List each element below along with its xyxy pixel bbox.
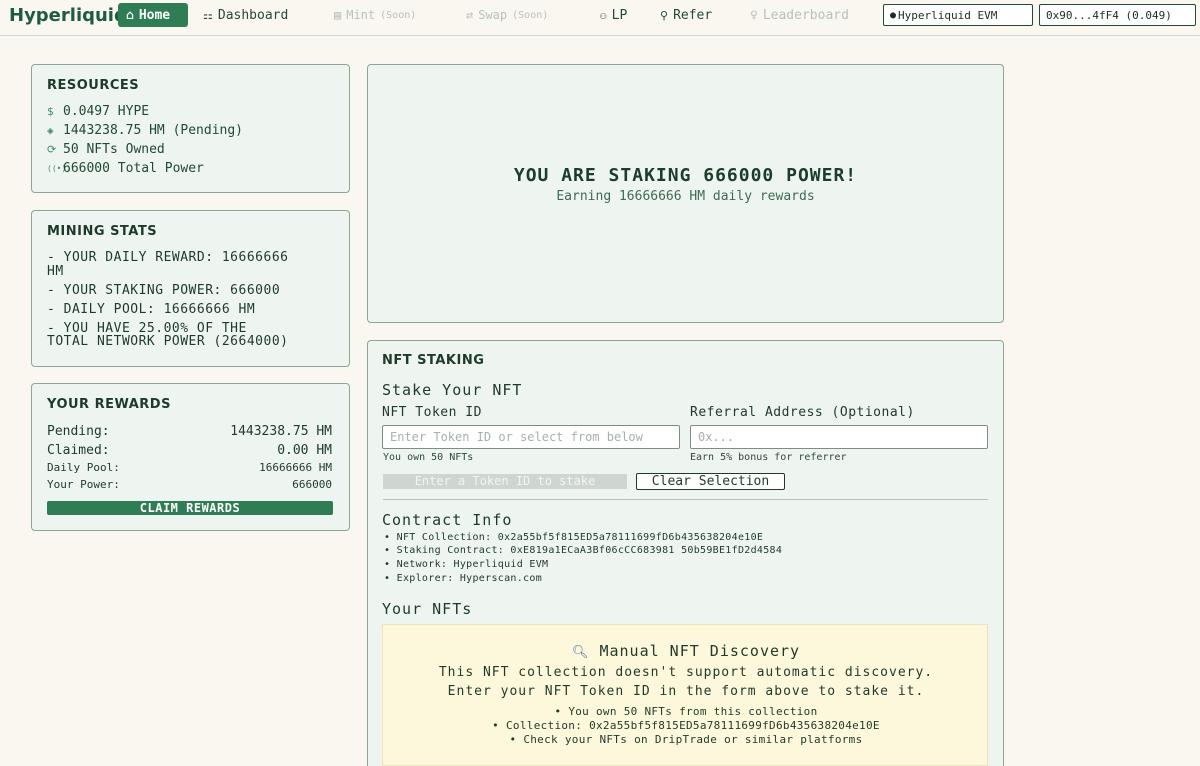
nav-leaderboard-label: Leaderboard (762, 7, 849, 23)
brand-logo[interactable]: Hyperliquid (6, 3, 118, 27)
discovery-list-item: • You own 50 NFTs from this collection (554, 705, 818, 718)
stat-daily-reward: - YOUR DAILY REWARD: 16666666 (47, 250, 289, 265)
nav-dashboard[interactable]: ⚏ Dashboard (203, 3, 288, 27)
network-selector[interactable]: ● Hyperliquid EVM (883, 4, 1033, 26)
trophy-icon: ♀ (750, 7, 758, 23)
nav-mint-soon: (Soon) (380, 9, 417, 21)
users-icon: ⚇ (600, 8, 607, 22)
discovery-title-row: 🔍︎ Manual NFT Discovery (383, 642, 989, 660)
magnifier-icon: 🔍︎ (571, 645, 590, 660)
claimed-label: Claimed: (47, 443, 110, 458)
token-id-input[interactable] (382, 425, 680, 449)
stake-button[interactable]: Enter a Token ID to stake (383, 474, 627, 489)
discovery-list-item: • Collection: 0x2a55bf5f815ED5a78111699f… (492, 719, 880, 732)
clear-selection-button[interactable]: Clear Selection (636, 473, 785, 490)
own-nfts-hint: You own 50 NFTs (383, 452, 474, 463)
nav-home[interactable]: ⌂ Home (118, 3, 188, 27)
globe-icon: ● (890, 9, 897, 21)
manual-discovery-notice: 🔍︎ Manual NFT Discovery This NFT collect… (382, 624, 988, 766)
wallet-button[interactable]: 0x90...4fF4 (0.049) (1039, 4, 1196, 26)
wallet-address: 0x90...4fF4 (0.049) (1046, 8, 1172, 22)
resource-hm: ◈ 1443238.75 HM (Pending) (47, 123, 243, 138)
stat-staking-power: - YOUR STAKING POWER: 666000 (47, 283, 281, 298)
gem-icon: ◈ (47, 124, 54, 137)
nav-dashboard-label: Dashboard (217, 7, 289, 23)
power-label: Your Power: (47, 478, 120, 491)
token-id-label: NFT Token ID (382, 405, 482, 420)
nft-staking-title: NFT STAKING (382, 353, 485, 368)
resource-nfts-value: 50 NFTs Owned (63, 142, 165, 157)
pending-value: 1443238.75 HM (230, 424, 332, 439)
stake-heading: Stake Your NFT (382, 381, 523, 399)
referral-label: Referral Address (Optional) (690, 405, 915, 420)
nav-mint: ▤ Mint (Soon) (334, 3, 416, 27)
contract-line-network: • Network: Hyperliquid EVM (384, 559, 549, 570)
nav-lp-label: LP (611, 7, 628, 23)
discovery-text-1: This NFT collection doesn't support auto… (438, 665, 934, 680)
stat-daily-reward-unit: HM (47, 264, 64, 279)
resource-nfts: ⟳ 50 NFTs Owned (47, 142, 165, 157)
discovery-title: Manual NFT Discovery (599, 642, 801, 660)
nav-swap: ⇄ Swap (Soon) (466, 3, 548, 27)
nav-swap-soon: (Soon) (512, 9, 549, 21)
nav-leaderboard[interactable]: ♀ Leaderboard (750, 3, 882, 27)
power-icon: ((•)) (47, 164, 72, 173)
pending-label: Pending: (47, 424, 110, 439)
resource-power: ((•)) 666000 Total Power (47, 161, 204, 176)
referral-address-input[interactable] (690, 425, 988, 449)
discovery-list-item: • Check your NFTs on DripTrade or simila… (509, 733, 863, 746)
stat-share-line-2: TOTAL NETWORK POWER (2664000) (47, 334, 289, 349)
referral-hint: Earn 5% bonus for referrer (690, 452, 847, 463)
stat-daily-pool: - DAILY POOL: 16666666 HM (47, 302, 256, 317)
contract-info-heading: Contract Info (382, 511, 513, 529)
resource-hype-value: 0.0497 HYPE (63, 104, 150, 119)
contract-line-staking: • Staking Contract: 0xE819a1ECaA3Bf06cCC… (384, 545, 783, 556)
nav-swap-label: Swap (478, 8, 508, 22)
network-name: Hyperliquid EVM (898, 8, 998, 22)
claim-rewards-button[interactable]: CLAIM REWARDS (47, 501, 333, 515)
pool-value: 16666666 HM (259, 461, 332, 474)
contract-line-explorer: • Explorer: Hyperscan.com (384, 573, 543, 584)
claimed-value: 0.00 HM (277, 443, 332, 458)
grid-icon: ⚏ (203, 8, 213, 22)
mining-stats-title: MINING STATS (47, 224, 158, 239)
nav-home-label: Home (138, 7, 171, 23)
resources-title: RESOURCES (47, 78, 140, 93)
power-value: 666000 (292, 478, 332, 491)
nav-lp[interactable]: ⚇ LP (600, 3, 627, 27)
resource-hm-value: 1443238.75 HM (Pending) (63, 123, 244, 138)
top-nav: Hyperliquid ⌂ Home ⚏ Dashboard ▤ Mint (S… (0, 0, 1200, 36)
swap-icon: ⇄ (466, 8, 474, 22)
resource-power-value: 666000 Total Power (63, 161, 204, 176)
staking-hero-title: YOU ARE STAKING 666000 POWER! (513, 165, 858, 186)
home-icon: ⌂ (126, 7, 134, 23)
user-icon: ⚲ (660, 8, 669, 22)
your-nfts-heading: Your NFTs (382, 600, 473, 618)
section-divider (383, 499, 988, 500)
resource-hype: $ 0.0497 HYPE (47, 104, 149, 119)
nav-mint-label: Mint (346, 8, 376, 22)
discovery-text-2: Enter your NFT Token ID in the form abov… (447, 684, 925, 699)
nav-refer-label: Refer (673, 7, 713, 23)
pool-label: Daily Pool: (47, 461, 120, 474)
staking-hero-subtitle: Earning 16666666 HM daily rewards (556, 189, 815, 204)
brand-name: Hyperliquid (9, 4, 118, 26)
rewards-title: YOUR REWARDS (47, 397, 171, 412)
coins-icon: ▤ (334, 8, 342, 22)
nft-icon: ⟳ (47, 143, 57, 156)
dollar-icon: $ (47, 105, 54, 118)
contract-line-collection: • NFT Collection: 0x2a55bf5f815ED5a78111… (384, 532, 764, 543)
nav-refer[interactable]: ⚲ Refer (660, 3, 712, 27)
